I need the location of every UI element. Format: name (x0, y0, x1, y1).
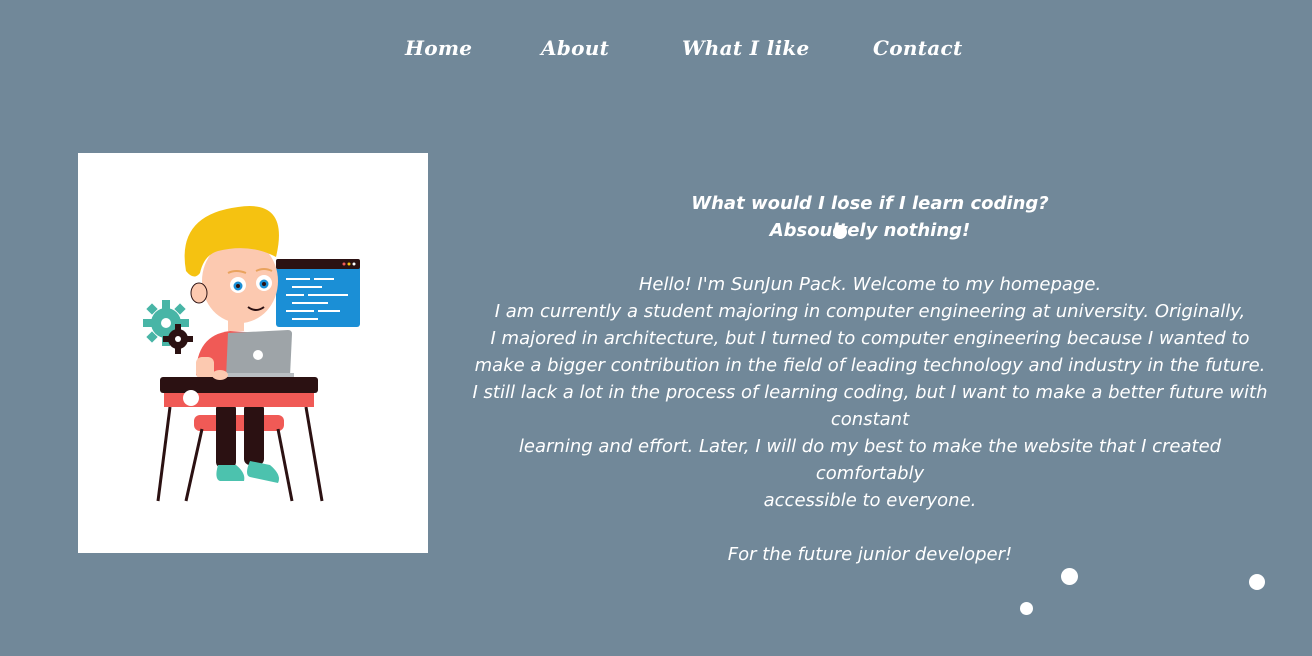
intro-line: accessible to everyone. (763, 490, 977, 511)
intro-signoff: For the future junior developer! (727, 544, 1013, 565)
intro-line: learning and effort. Later, I will do my… (518, 436, 1222, 484)
headline-question: What would I lose if I learn coding? (691, 193, 1049, 214)
intro-line: I still lack a lot in the process of lea… (472, 382, 1268, 403)
headline-answer: Absoultely nothing! (769, 220, 971, 241)
decor-dot (1249, 574, 1265, 590)
intro-line: I am currently a student majoring in com… (494, 301, 1246, 322)
nav-about-link[interactable]: About (541, 36, 609, 60)
decor-dot (1061, 568, 1078, 585)
decor-dot (833, 225, 847, 239)
intro-headline: What would I lose if I learn coding? Abs… (470, 190, 1270, 244)
decor-dot (183, 390, 199, 406)
intro-section: What would I lose if I learn coding? Abs… (470, 190, 1270, 568)
profile-image (78, 153, 428, 553)
main-nav: Home About What I like Contact (0, 36, 1312, 68)
intro-body: Hello! I'm SunJun Pack. Welcome to my ho… (470, 271, 1270, 514)
nav-contact-link[interactable]: Contact (873, 36, 963, 60)
intro-line: make a bigger contribution in the field … (474, 355, 1266, 376)
decor-dot (1020, 602, 1033, 615)
nav-what-i-like-link[interactable]: What I like (682, 36, 810, 60)
intro-line: Hello! I'm SunJun Pack. Welcome to my ho… (638, 274, 1102, 295)
nav-home-link[interactable]: Home (405, 36, 472, 60)
boy-coding-illustration-icon (143, 206, 360, 502)
code-window-icon (276, 259, 360, 327)
intro-line: constant (830, 409, 910, 430)
intro-line: I majored in architecture, but I turned … (490, 328, 1250, 349)
